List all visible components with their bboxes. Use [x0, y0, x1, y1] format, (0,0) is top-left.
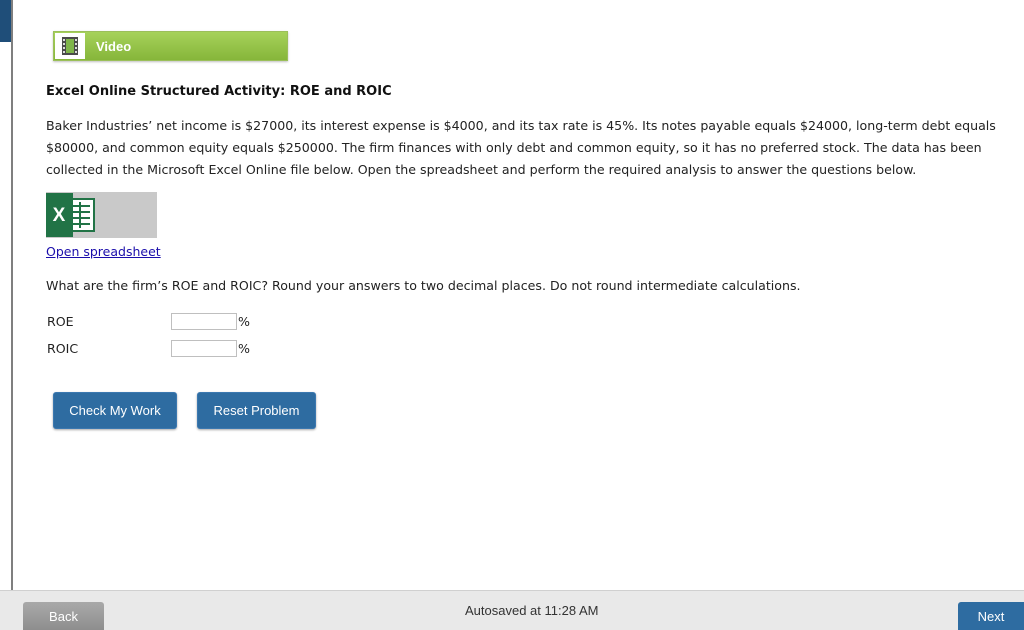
answer-row-roe: ROE % [47, 311, 250, 331]
reset-problem-button[interactable]: Reset Problem [197, 392, 316, 429]
video-label: Video [96, 38, 132, 54]
roic-unit: % [238, 340, 250, 356]
activity-title: Excel Online Structured Activity: ROE an… [46, 84, 392, 99]
footer-bar: Back Autosaved at 11:28 AM Next [0, 590, 1024, 630]
excel-icon: X [46, 193, 95, 237]
roe-label: ROE [47, 313, 74, 329]
roic-input[interactable] [171, 339, 237, 357]
video-button[interactable]: Video [53, 31, 288, 61]
answer-row-roic: ROIC % [47, 338, 250, 358]
left-rail [0, 0, 13, 629]
roe-unit: % [238, 313, 250, 329]
film-icon [55, 33, 85, 59]
back-button[interactable]: Back [23, 602, 104, 630]
roe-input[interactable] [171, 312, 237, 330]
problem-statement: Baker Industries’ net income is $27000, … [46, 118, 996, 177]
question-prompt: What are the firm’s ROE and ROIC? Round … [46, 278, 801, 293]
check-my-work-button[interactable]: Check My Work [53, 392, 177, 429]
open-spreadsheet-link[interactable]: Open spreadsheet [46, 244, 161, 259]
left-rail-divider [11, 0, 13, 590]
excel-icon-letter: X [53, 205, 66, 226]
autosave-status: Autosaved at 11:28 AM [465, 603, 599, 618]
roic-label: ROIC [47, 340, 79, 356]
left-rail-accent [0, 0, 11, 42]
spreadsheet-thumbnail[interactable]: X [46, 192, 157, 238]
next-button[interactable]: Next [958, 602, 1024, 630]
